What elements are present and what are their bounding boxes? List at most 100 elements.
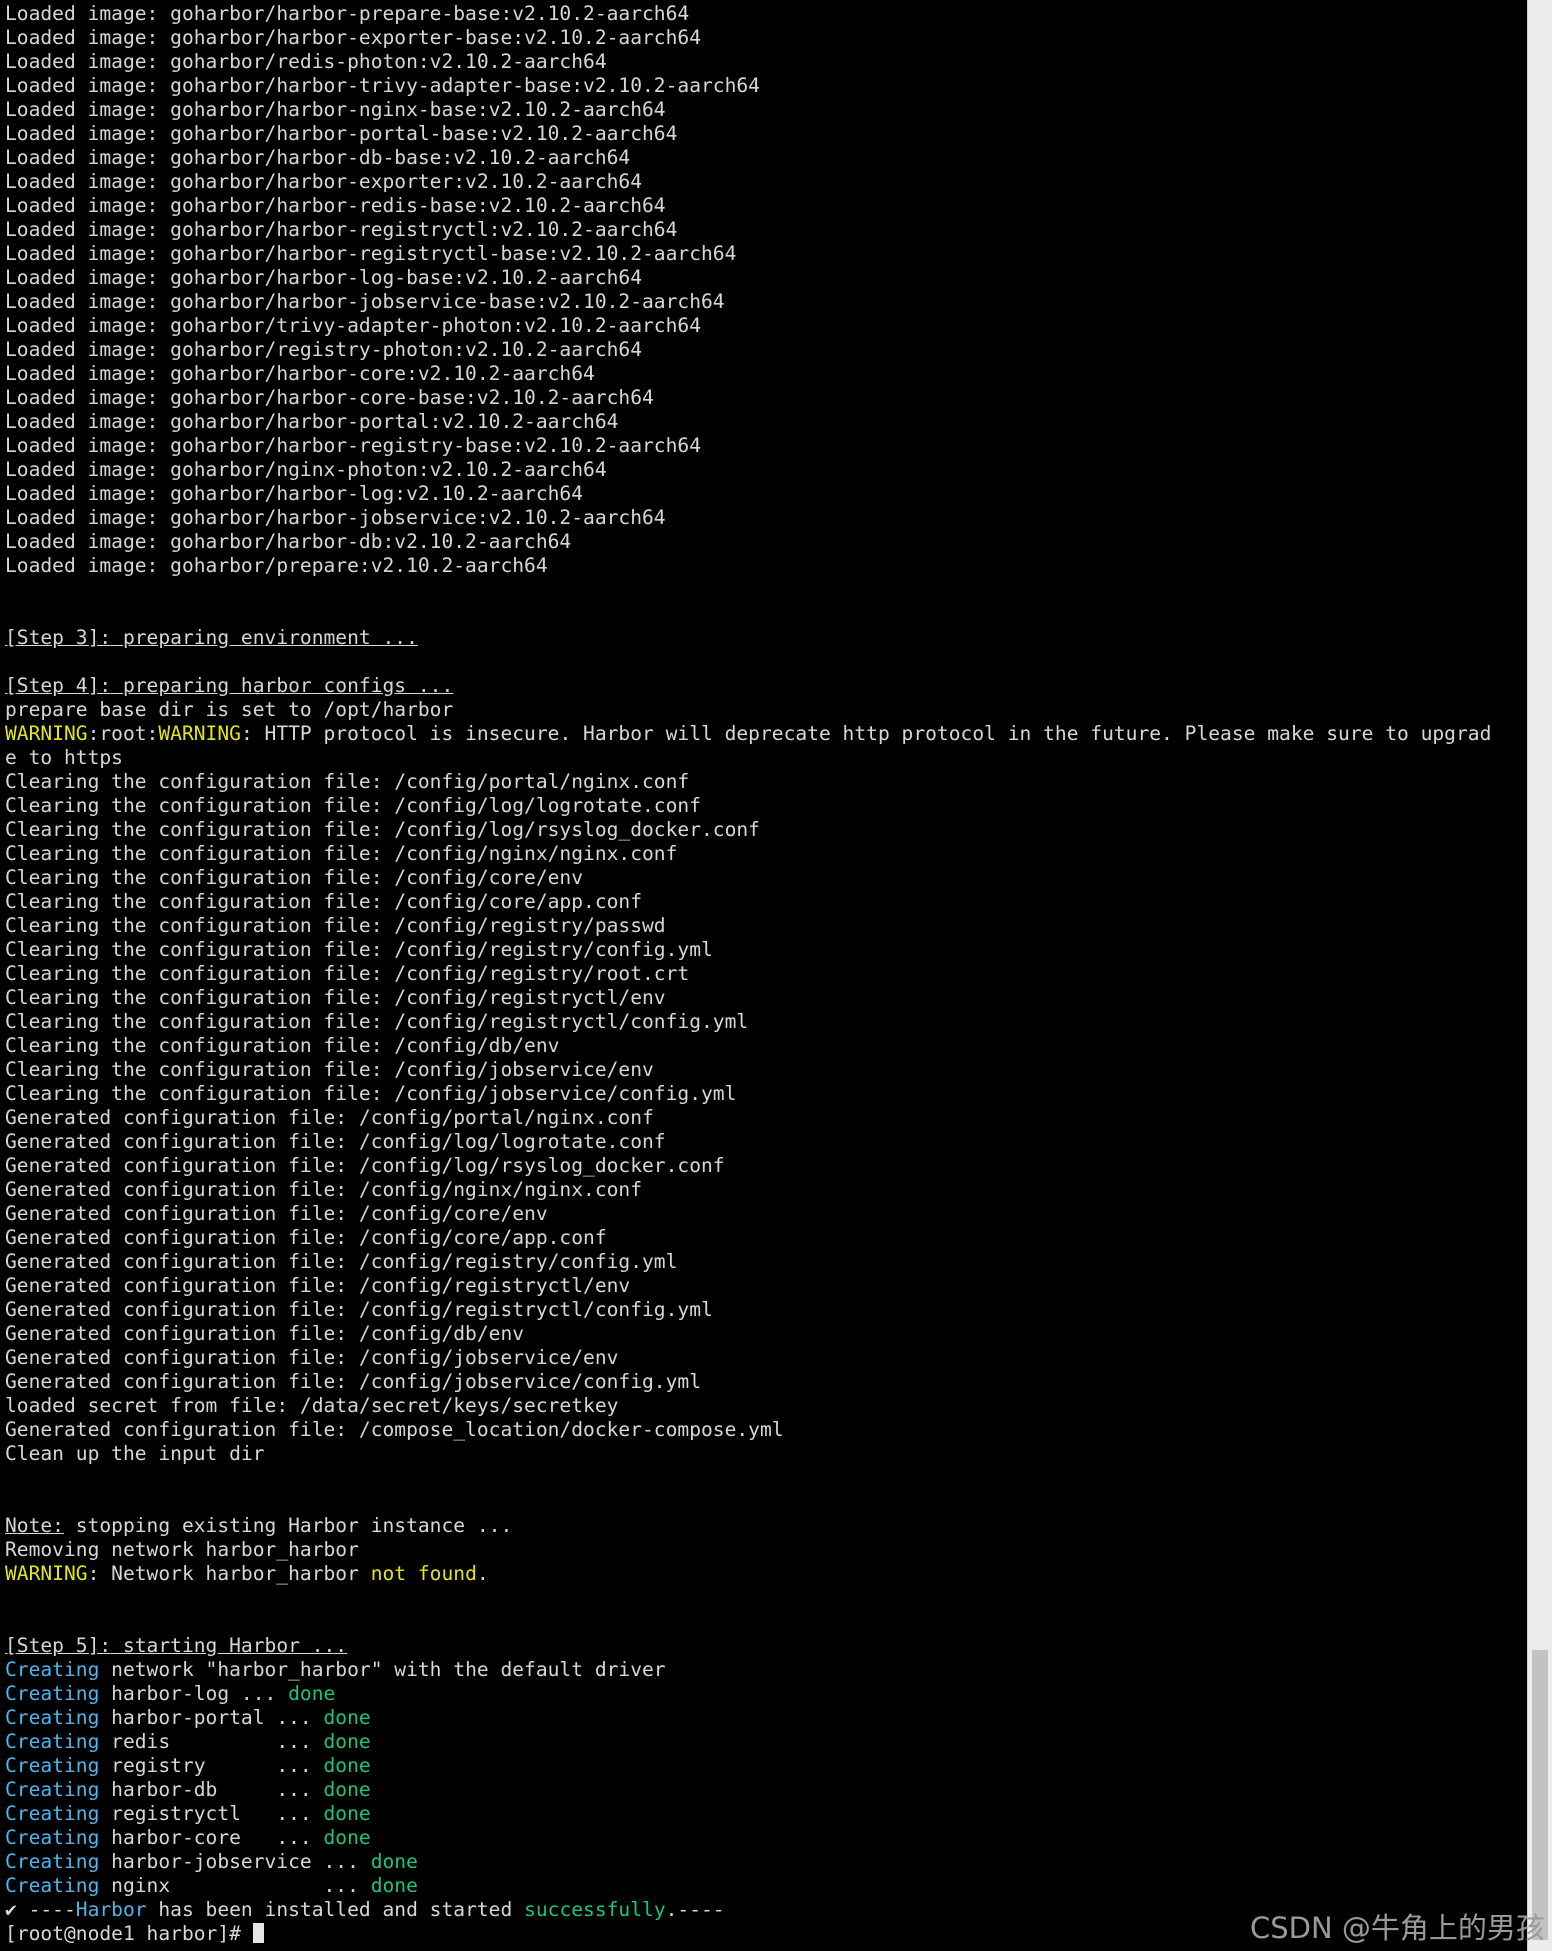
terminal-text-segment: Loaded image: goharbor/harbor-nginx-base… bbox=[5, 98, 666, 121]
terminal-text-segment: done bbox=[323, 1730, 371, 1753]
terminal-text-segment: harbor-jobservice ... bbox=[99, 1850, 371, 1873]
vertical-scrollbar[interactable] bbox=[1527, 0, 1552, 1951]
terminal-line: Loaded image: goharbor/harbor-core-base:… bbox=[0, 386, 1527, 410]
terminal-line: Creating nginx ... done bbox=[0, 1874, 1527, 1898]
terminal-text-segment: WARNING bbox=[158, 722, 241, 745]
terminal-text-segment: WARNING bbox=[5, 722, 88, 745]
terminal-line: Generated configuration file: /compose_l… bbox=[0, 1418, 1527, 1442]
terminal-text-segment: Generated configuration file: /config/jo… bbox=[5, 1370, 701, 1393]
terminal-line: Generated configuration file: /config/lo… bbox=[0, 1154, 1527, 1178]
terminal-text-segment: : HTTP protocol is insecure. Harbor will… bbox=[240, 722, 1492, 745]
terminal-text-segment: Generated configuration file: /config/po… bbox=[5, 1106, 654, 1129]
terminal-line: Creating registry ... done bbox=[0, 1754, 1527, 1778]
terminal-line: Clearing the configuration file: /config… bbox=[0, 794, 1527, 818]
terminal-line: Clearing the configuration file: /config… bbox=[0, 842, 1527, 866]
terminal-text-segment: Loaded image: goharbor/harbor-registryct… bbox=[5, 218, 678, 241]
terminal-text-segment: Generated configuration file: /config/co… bbox=[5, 1226, 607, 1249]
terminal-line: Loaded image: goharbor/trivy-adapter-pho… bbox=[0, 314, 1527, 338]
terminal-window[interactable]: Loaded image: goharbor/harbor-prepare-ba… bbox=[0, 0, 1527, 1951]
terminal-text-segment: Generated configuration file: /config/lo… bbox=[5, 1154, 725, 1177]
terminal-line: Generated configuration file: /config/jo… bbox=[0, 1370, 1527, 1394]
terminal-text-segment: done bbox=[370, 1874, 418, 1897]
terminal-line: Loaded image: goharbor/harbor-log-base:v… bbox=[0, 266, 1527, 290]
text-cursor bbox=[252, 1923, 264, 1943]
terminal-text-segment: Clearing the configuration file: /config… bbox=[5, 842, 678, 865]
terminal-line: WARNING:root:WARNING: HTTP protocol is i… bbox=[0, 722, 1527, 746]
terminal-text-segment: harbor-db ... bbox=[99, 1778, 324, 1801]
terminal-text-segment: Generated configuration file: /config/jo… bbox=[5, 1346, 619, 1369]
watermark: CSDN @牛角上的男孩 bbox=[1250, 1911, 1545, 1945]
terminal-line: Generated configuration file: /config/re… bbox=[0, 1298, 1527, 1322]
terminal-text-segment: Loaded image: goharbor/harbor-portal-bas… bbox=[5, 122, 678, 145]
terminal-text-segment: Loaded image: goharbor/harbor-log:v2.10.… bbox=[5, 482, 584, 505]
terminal-text-segment: Loaded image: goharbor/harbor-db-base:v2… bbox=[5, 146, 631, 169]
terminal-line: Generated configuration file: /config/lo… bbox=[0, 1130, 1527, 1154]
terminal-line: e to https bbox=[0, 746, 1527, 770]
terminal-line: Creating harbor-db ... done bbox=[0, 1778, 1527, 1802]
terminal-text-segment: .---- bbox=[665, 1898, 725, 1921]
terminal-text-segment: prepare base dir is set to /opt/harbor bbox=[5, 698, 454, 721]
terminal-line: Clearing the configuration file: /config… bbox=[0, 866, 1527, 890]
terminal-text-segment: e to https bbox=[5, 746, 123, 769]
terminal-text-segment: ✔ ---- bbox=[5, 1898, 76, 1921]
terminal-text-segment: Creating bbox=[5, 1730, 100, 1753]
terminal-line: Loaded image: goharbor/harbor-nginx-base… bbox=[0, 98, 1527, 122]
terminal-text-segment: registryctl ... bbox=[99, 1802, 324, 1825]
terminal-text-segment: Creating bbox=[5, 1658, 100, 1681]
terminal-text-segment: Generated configuration file: /config/re… bbox=[5, 1250, 678, 1273]
terminal-text-segment: Removing network harbor_harbor bbox=[5, 1538, 359, 1561]
terminal-line: Loaded image: goharbor/redis-photon:v2.1… bbox=[0, 50, 1527, 74]
terminal-line: Loaded image: goharbor/harbor-registryct… bbox=[0, 242, 1527, 266]
terminal-text-segment: redis ... bbox=[99, 1730, 324, 1753]
terminal-text-segment: Loaded image: goharbor/nginx-photon:v2.1… bbox=[5, 458, 607, 481]
terminal-text-segment: Loaded image: goharbor/trivy-adapter-pho… bbox=[5, 314, 701, 337]
terminal-text-segment: successfully bbox=[524, 1898, 666, 1921]
terminal-line: Creating harbor-jobservice ... done bbox=[0, 1850, 1527, 1874]
terminal-text-segment: has been installed and started bbox=[146, 1898, 525, 1921]
terminal-text-segment: Generated configuration file: /config/co… bbox=[5, 1202, 548, 1225]
terminal-text-segment: [Step 3]: preparing environment ... bbox=[5, 626, 418, 649]
terminal-text-segment: done bbox=[370, 1850, 418, 1873]
terminal-text-segment: Loaded image: goharbor/harbor-redis-base… bbox=[5, 194, 666, 217]
terminal-line: Clearing the configuration file: /config… bbox=[0, 770, 1527, 794]
terminal-line: Removing network harbor_harbor bbox=[0, 1538, 1527, 1562]
terminal-text-segment: Clearing the configuration file: /config… bbox=[5, 986, 666, 1009]
terminal-line: Generated configuration file: /config/jo… bbox=[0, 1346, 1527, 1370]
terminal-text-segment: done bbox=[323, 1778, 371, 1801]
terminal-line: Loaded image: goharbor/harbor-prepare-ba… bbox=[0, 2, 1527, 26]
terminal-text-segment: nginx ... bbox=[99, 1874, 371, 1897]
terminal-line: Loaded image: goharbor/harbor-exporter:v… bbox=[0, 170, 1527, 194]
terminal-line: [Step 4]: preparing harbor configs ... bbox=[0, 674, 1527, 698]
terminal-text-segment: Clean up the input dir bbox=[5, 1442, 265, 1465]
terminal-line: Clean up the input dir bbox=[0, 1442, 1527, 1466]
terminal-line: Generated configuration file: /config/re… bbox=[0, 1250, 1527, 1274]
terminal-text-segment: Creating bbox=[5, 1826, 100, 1849]
terminal-output: Loaded image: goharbor/harbor-prepare-ba… bbox=[0, 2, 1527, 1922]
terminal-text-segment: Loaded image: goharbor/harbor-registryct… bbox=[5, 242, 737, 265]
terminal-text-segment: Creating bbox=[5, 1802, 100, 1825]
terminal-line: Creating harbor-log ... done bbox=[0, 1682, 1527, 1706]
terminal-text-segment: Clearing the configuration file: /config… bbox=[5, 866, 584, 889]
terminal-text-segment: : Network harbor_harbor bbox=[87, 1562, 371, 1585]
terminal-text-segment: Generated configuration file: /config/ng… bbox=[5, 1178, 643, 1201]
terminal-text-segment: Loaded image: goharbor/redis-photon:v2.1… bbox=[5, 50, 607, 73]
terminal-line: Clearing the configuration file: /config… bbox=[0, 1034, 1527, 1058]
scrollbar-thumb[interactable] bbox=[1532, 1650, 1548, 1940]
terminal-text-segment: Clearing the configuration file: /config… bbox=[5, 1010, 749, 1033]
terminal-text-segment: Loaded image: goharbor/harbor-exporter-b… bbox=[5, 26, 701, 49]
terminal-text-segment: done bbox=[323, 1826, 371, 1849]
terminal-line: [Step 3]: preparing environment ... bbox=[0, 626, 1527, 650]
terminal-text-segment: Loaded image: goharbor/harbor-db:v2.10.2… bbox=[5, 530, 572, 553]
terminal-line: Note: stopping existing Harbor instance … bbox=[0, 1514, 1527, 1538]
terminal-line: Clearing the configuration file: /config… bbox=[0, 986, 1527, 1010]
terminal-line: Loaded image: goharbor/harbor-jobservice… bbox=[0, 506, 1527, 530]
terminal-text-segment: Clearing the configuration file: /config… bbox=[5, 1082, 737, 1105]
terminal-text-segment: loaded secret from file: /data/secret/ke… bbox=[5, 1394, 619, 1417]
terminal-line: Loaded image: goharbor/harbor-jobservice… bbox=[0, 290, 1527, 314]
terminal-line: Generated configuration file: /config/co… bbox=[0, 1202, 1527, 1226]
terminal-text-segment: done bbox=[323, 1754, 371, 1777]
terminal-text-segment: :root: bbox=[87, 722, 159, 745]
terminal-text-segment: Loaded image: goharbor/registry-photon:v… bbox=[5, 338, 643, 361]
terminal-text-segment: Clearing the configuration file: /config… bbox=[5, 914, 666, 937]
